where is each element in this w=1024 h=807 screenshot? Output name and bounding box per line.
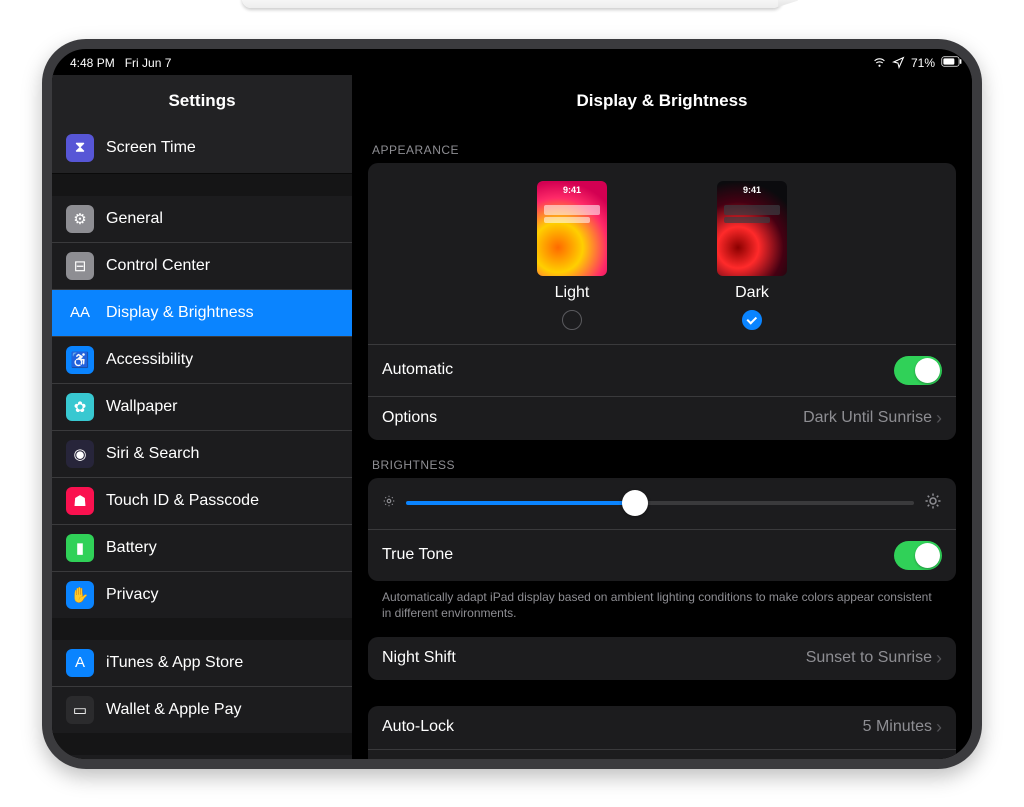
auto-lock-label: Auto-Lock [382,718,454,736]
sidebar-item-wallpaper[interactable]: ✿ Wallpaper [52,383,352,430]
ipad-device: 4:48 PM Fri Jun 7 71% Setting [42,39,982,769]
automatic-label: Automatic [382,361,453,379]
light-label: Light [555,284,590,302]
sidebar-item-privacy[interactable]: ✋ Privacy [52,571,352,618]
sidebar-item-label: General [106,210,163,228]
sidebar-item-battery[interactable]: ▮ Battery [52,524,352,571]
sidebar-item-label: iTunes & App Store [106,654,243,672]
sidebar-item-label: Accessibility [106,351,193,369]
sidebar-item-general[interactable]: ⚙ General [52,196,352,242]
sidebar-item-label: Privacy [106,586,158,604]
sidebar-item-screen-time[interactable]: ⧗ Screen Time [52,125,352,171]
detail-pane: Display & Brightness APPEARANCE 9:41 Lig… [352,75,972,759]
lock-unlock-row: Lock / Unlock [368,749,956,759]
brightness-slider-row [368,478,956,529]
sidebar-item-label: Wallet & Apple Pay [106,701,241,719]
dark-preview: 9:41 [717,181,787,276]
status-right: 71% [873,56,954,70]
brightness-slider[interactable] [406,501,914,505]
light-radio[interactable] [562,310,582,330]
brightness-slider-knob[interactable] [622,490,648,516]
location-icon [892,56,905,69]
light-preview: 9:41 [537,181,607,276]
itunes-app-store-icon: A [66,649,94,677]
sidebar-item-display-brightness[interactable]: AA Display & Brightness [52,289,352,336]
control-center-icon: ⊟ [66,252,94,280]
wifi-icon [873,56,886,69]
dark-radio[interactable] [742,310,762,330]
accessibility-icon: ♿ [66,346,94,374]
brightness-card: True Tone [368,478,956,581]
sidebar-item-siri-search[interactable]: ◉ Siri & Search [52,430,352,477]
battery-percent: 71% [911,56,935,70]
true-tone-toggle[interactable] [894,541,942,570]
sidebar-item-label: Touch ID & Passcode [106,492,259,510]
sidebar-item-label: Control Center [106,257,210,275]
options-value: Dark Until Sunrise [803,409,932,427]
automatic-row: Automatic [368,344,956,396]
sidebar-item-wallet-apple-pay[interactable]: ▭ Wallet & Apple Pay [52,686,352,733]
night-shift-value: Sunset to Sunrise [806,649,932,667]
chevron-right-icon: › [936,717,942,738]
sidebar-item-label: Wallpaper [106,398,177,416]
settings-app: 4:48 PM Fri Jun 7 71% Setting [52,49,972,759]
general-icon: ⚙ [66,205,94,233]
screen-time-icon: ⧗ [66,134,94,162]
sidebar-item-control-center[interactable]: ⊟ Control Center [52,242,352,289]
detail-title: Display & Brightness [352,75,972,125]
status-date: Fri Jun 7 [125,56,172,70]
sun-small-icon [382,494,396,513]
appearance-dark-option[interactable]: 9:41 Dark [717,181,787,330]
options-label: Options [382,409,437,427]
status-time: 4:48 PM [70,56,115,70]
true-tone-row: True Tone [368,529,956,581]
lock-card: Auto-Lock 5 Minutes › Lock / Unlock [368,706,956,759]
sidebar-item-label: Siri & Search [106,445,199,463]
brightness-header: BRIGHTNESS [372,458,952,472]
preview-time: 9:41 [717,185,787,195]
chevron-right-icon: › [936,408,942,429]
appearance-card: 9:41 Light 9:41 [368,163,956,440]
sun-large-icon [924,492,942,515]
display-brightness-icon: AA [66,299,94,327]
privacy-icon: ✋ [66,581,94,609]
night-shift-label: Night Shift [382,649,456,667]
chevron-right-icon: › [936,648,942,669]
siri-search-icon: ◉ [66,440,94,468]
appearance-light-option[interactable]: 9:41 Light [537,181,607,330]
automatic-toggle[interactable] [894,356,942,385]
true-tone-label: True Tone [382,546,453,564]
sidebar-item-itunes-app-store[interactable]: AiTunes & App Store [52,640,352,686]
appearance-header: APPEARANCE [372,143,952,157]
night-shift-row[interactable]: Night Shift Sunset to Sunrise › [368,637,956,680]
status-left: 4:48 PM Fri Jun 7 [70,56,171,70]
battery-icon: ▮ [66,534,94,562]
wallpaper-icon: ✿ [66,393,94,421]
night-shift-card: Night Shift Sunset to Sunrise › [368,637,956,680]
status-bar: 4:48 PM Fri Jun 7 71% [52,49,972,75]
detail-scroll[interactable]: APPEARANCE 9:41 Light [352,125,972,759]
preview-time: 9:41 [537,185,607,195]
sidebar-item-label: Display & Brightness [106,304,254,322]
auto-lock-row[interactable]: Auto-Lock 5 Minutes › [368,706,956,749]
sidebar-title: Settings [52,75,352,125]
sidebar-item-accessibility[interactable]: ♿ Accessibility [52,336,352,383]
true-tone-caption: Automatically adapt iPad display based o… [368,581,956,623]
sidebar-item-label: Screen Time [106,139,196,157]
options-row[interactable]: Options Dark Until Sunrise › [368,396,956,440]
wallet-apple-pay-icon: ▭ [66,696,94,724]
touch-id-passcode-icon: ☗ [66,487,94,515]
sidebar-item-touch-id-passcode[interactable]: ☗ Touch ID & Passcode [52,477,352,524]
dark-label: Dark [735,284,769,302]
auto-lock-value: 5 Minutes [863,718,932,736]
settings-sidebar: Settings ⧗ Screen Time ⚙ General ⊟ Control C… [52,75,352,759]
sidebar-item-label: Battery [106,539,157,557]
apple-pencil [242,0,782,8]
sidebar-item-passwords-accounts[interactable]: 🔑Passwords & Accounts [52,755,352,759]
battery-icon [941,56,954,69]
